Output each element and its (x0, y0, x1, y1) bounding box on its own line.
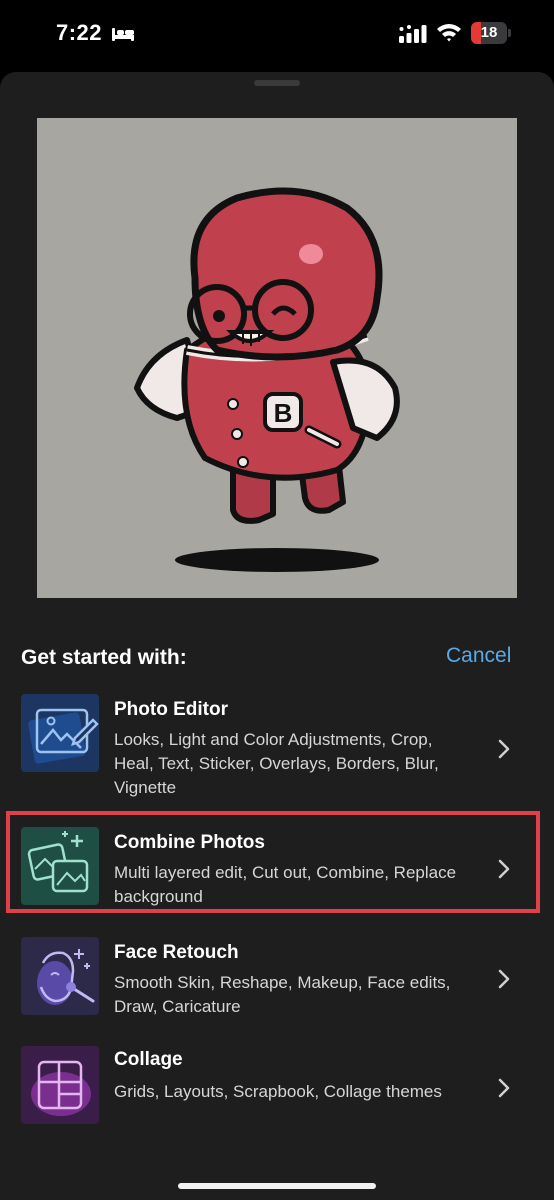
jacket-letter-badge: B (274, 398, 293, 428)
cancel-button[interactable]: Cancel (446, 644, 511, 668)
status-bar: 7:22 18 (0, 0, 554, 70)
option-description: Grids, Layouts, Scrapbook, Collage theme… (114, 1082, 442, 1101)
wifi-icon (437, 24, 461, 42)
sticker-character-image: B (134, 187, 400, 572)
get-started-heading: Get started with: (21, 646, 187, 669)
collage-icon (21, 1046, 99, 1124)
status-time: 7:22 (56, 20, 103, 45)
option-description: Looks, Light and Color Adjustments, Crop… (114, 730, 439, 797)
option-description: Smooth Skin, Reshape, Makeup, Face edits… (114, 973, 451, 1016)
bed-icon (112, 28, 134, 41)
image-preview: B (37, 118, 517, 598)
option-title: Photo Editor (114, 699, 228, 720)
option-collage[interactable]: Collage Grids, Layouts, Scrapbook, Colla… (0, 1046, 554, 1126)
photo-edit-icon (21, 694, 99, 772)
cellular-signal-icon (399, 25, 427, 43)
get-started-sheet: B Get started with: Cancel (0, 72, 554, 1200)
highlight-box (6, 811, 540, 913)
option-title: Face Retouch (114, 942, 239, 963)
battery-level-text: 18 (480, 24, 498, 41)
sheet-grabber[interactable] (254, 80, 300, 86)
face-retouch-icon (21, 937, 99, 1015)
chevron-right-icon (498, 1078, 510, 1098)
option-face-retouch[interactable]: Face Retouch Smooth Skin, Reshape, Makeu… (0, 937, 554, 1021)
home-indicator[interactable] (178, 1183, 376, 1189)
chevron-right-icon (498, 969, 510, 989)
option-title: Collage (114, 1049, 183, 1070)
battery-icon: 18 (471, 22, 507, 44)
chevron-right-icon (498, 739, 510, 759)
option-photo-editor[interactable]: Photo Editor Looks, Light and Color Adju… (0, 694, 554, 804)
battery-nub (508, 29, 511, 37)
